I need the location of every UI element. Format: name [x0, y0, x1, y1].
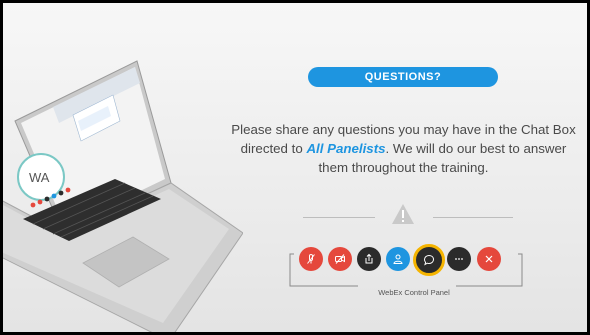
slide: WA QUESTIONS? Please share any questions…	[0, 0, 590, 335]
divider-right	[433, 217, 513, 218]
mute-button[interactable]	[299, 247, 323, 271]
control-panel-label: WebEx Control Panel	[378, 288, 450, 297]
laptop-logo-text: WA	[29, 170, 50, 185]
warning-icon	[392, 204, 414, 224]
laptop-illustration: WA	[3, 60, 243, 332]
more-button[interactable]	[447, 247, 471, 271]
participant-icon	[393, 254, 403, 264]
mic-off-icon	[307, 254, 315, 264]
instructions-text: Please share any questions you may have …	[231, 120, 576, 177]
share-icon	[365, 253, 373, 264]
stop-video-button[interactable]	[328, 247, 352, 271]
chat-button[interactable]	[413, 244, 445, 276]
questions-heading: QUESTIONS?	[308, 67, 498, 87]
video-off-icon	[335, 254, 345, 264]
chat-icon	[423, 254, 435, 266]
more-icon	[455, 258, 463, 260]
divider-left	[303, 217, 375, 218]
share-button[interactable]	[357, 247, 381, 271]
participants-button[interactable]	[386, 247, 410, 271]
close-icon	[485, 255, 493, 263]
all-panelists-emphasis: All Panelists	[306, 141, 386, 156]
leave-button[interactable]	[477, 247, 501, 271]
